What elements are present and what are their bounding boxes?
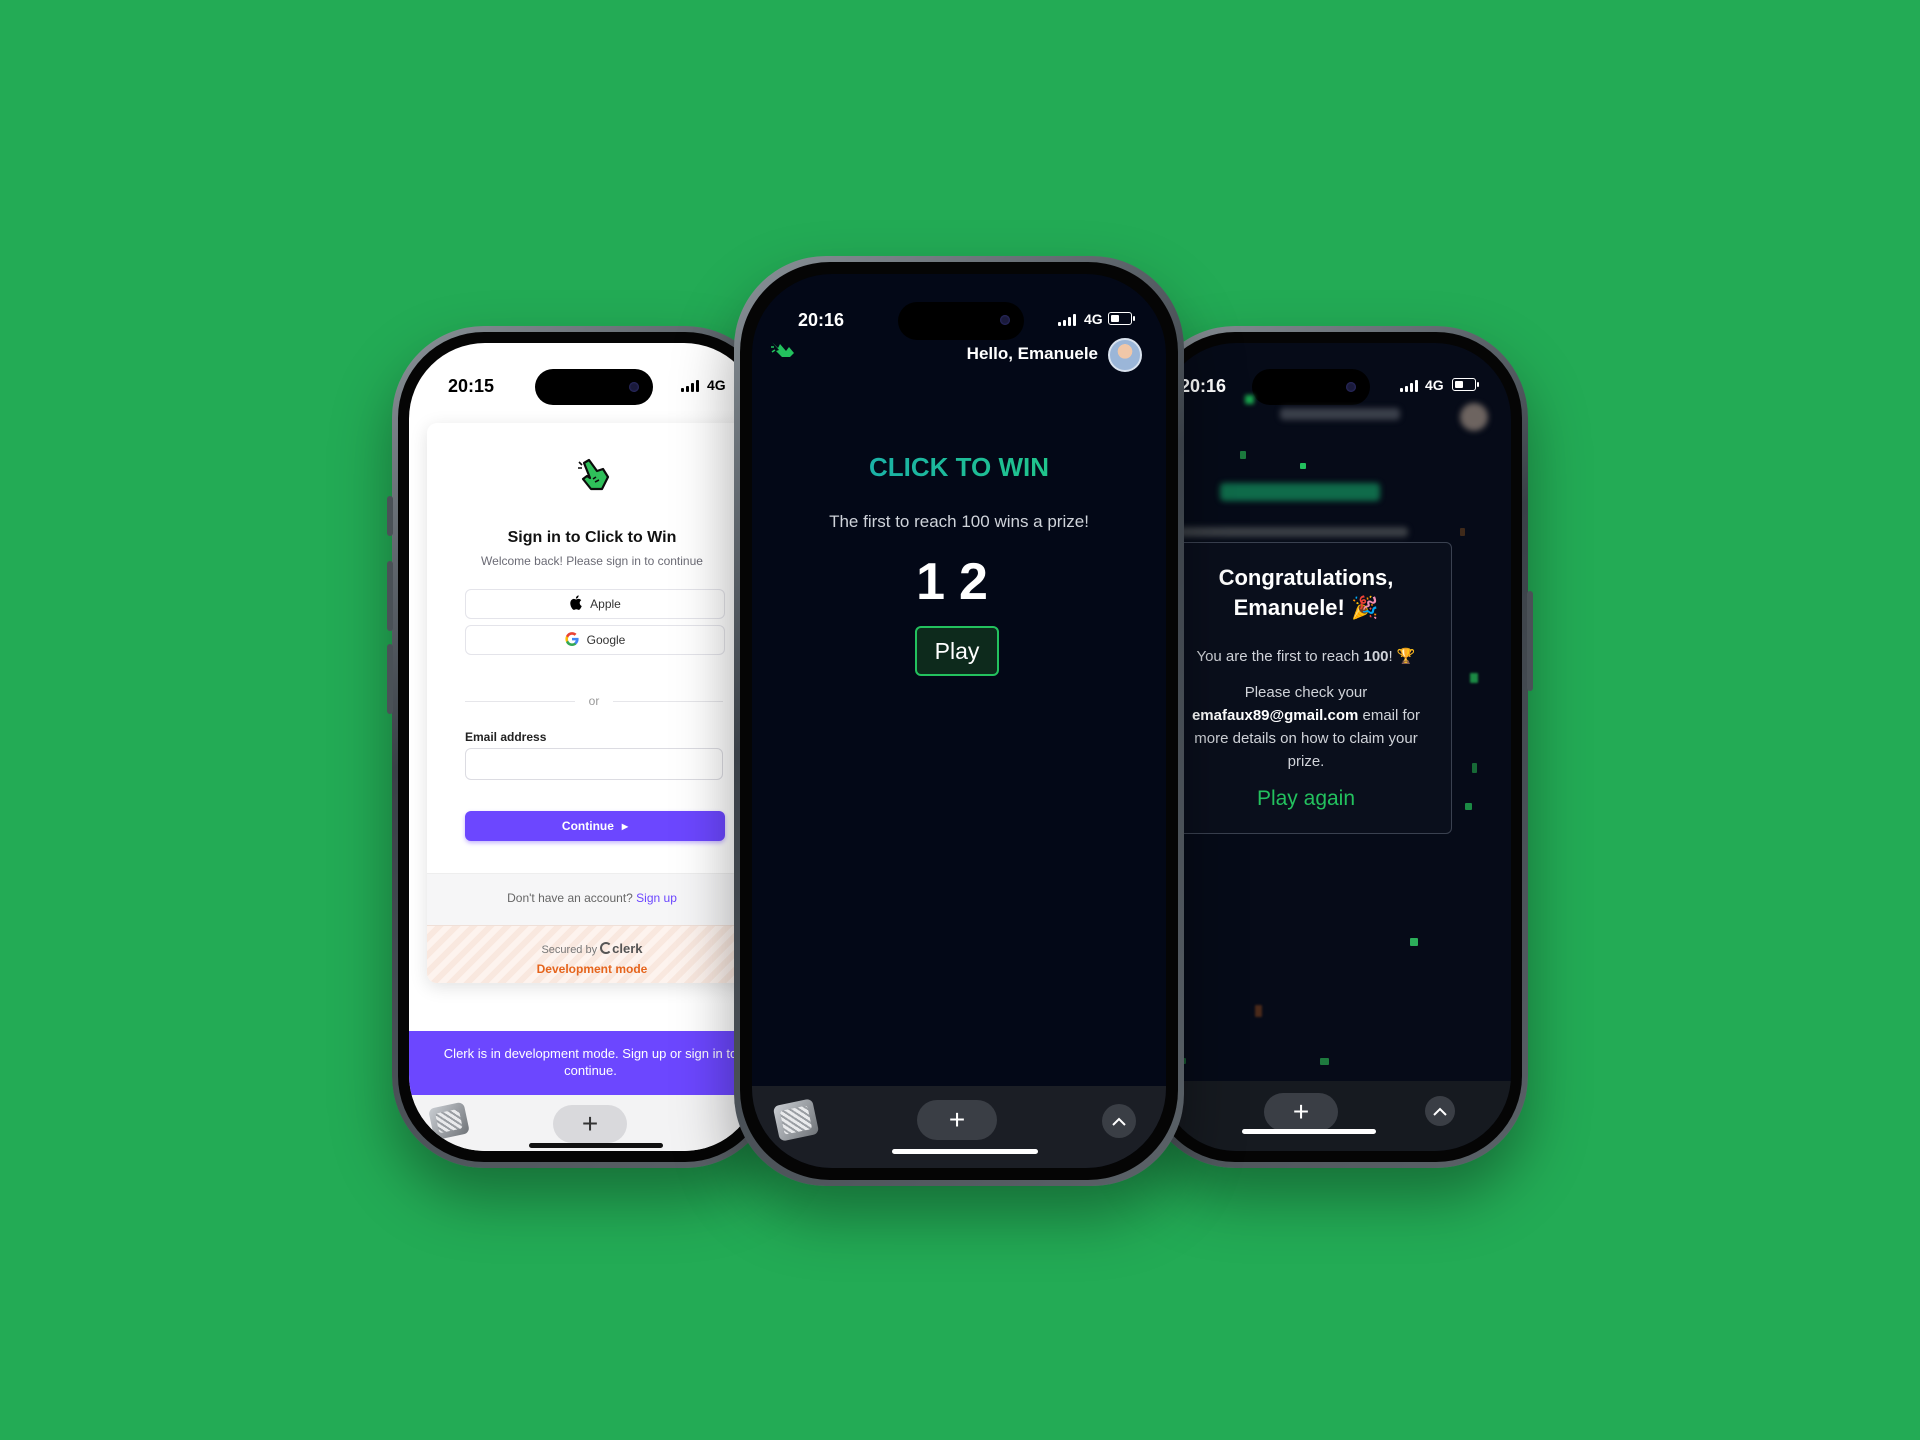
blurred-avatar	[1460, 403, 1488, 431]
dev-mode-banner: Clerk is in development mode. Sign up or…	[409, 1031, 760, 1095]
home-indicator	[892, 1149, 1038, 1154]
network-label: 4G	[1084, 311, 1103, 327]
play-again-button[interactable]: Play again	[1161, 787, 1451, 811]
clerk-brand: clerk	[612, 941, 643, 956]
signal-icon	[1400, 380, 1418, 392]
new-tab-button[interactable]: +	[553, 1105, 627, 1143]
status-bar: 20:15 4G	[409, 343, 760, 405]
new-tab-button[interactable]: +	[1264, 1093, 1338, 1131]
battery-icon	[1452, 378, 1479, 391]
network-label: 4G	[707, 377, 726, 393]
card-subtitle: Welcome back! Please sign in to continue	[481, 554, 703, 568]
dynamic-island	[898, 302, 1024, 340]
google-label: Google	[586, 633, 626, 647]
hand-pointer-icon[interactable]	[770, 339, 796, 364]
home-indicator	[1242, 1129, 1376, 1134]
winner-email: emafaux89@gmail.com	[1191, 707, 1359, 724]
chevron-up-button[interactable]	[1425, 1096, 1455, 1126]
game-screen: 20:16 4G Hello, Emanuele CLICK TO WIN Th…	[752, 274, 1166, 1168]
plus-icon: +	[948, 1104, 966, 1135]
or-divider: or	[465, 693, 724, 709]
google-sign-in-button[interactable]: Google	[465, 625, 725, 655]
sign-up-link[interactable]: Sign up	[636, 891, 677, 905]
blurred-subtitle	[1178, 527, 1408, 537]
card-footer: Don't have an account? Sign up	[427, 873, 757, 926]
blurred-greeting	[1280, 408, 1400, 420]
signal-icon	[681, 380, 699, 392]
apple-icon	[569, 595, 582, 613]
phone-congrats: 20:16 4G Congratulations, Emanuele! 🎉 Yo…	[1143, 326, 1533, 1168]
phone-sign-in: 20:15 4G Sign in to Click to Win Welcome…	[387, 326, 777, 1168]
greeting: Hello, Emanuele	[966, 344, 1098, 363]
score-counter: 12	[916, 553, 1002, 611]
home-indicator	[529, 1143, 663, 1148]
game-subtitle: The first to reach 100 wins a prize!	[829, 512, 1089, 531]
blurred-title	[1220, 483, 1380, 501]
caret-right-icon: ▶	[621, 821, 629, 831]
status-time: 20:16	[798, 310, 845, 330]
email-label: Email address	[465, 730, 547, 744]
tabs-thumbnail[interactable]	[772, 1098, 820, 1142]
apple-label: Apple	[590, 597, 621, 611]
congrats-screen: 20:16 4G Congratulations, Emanuele! 🎉 Yo…	[1160, 343, 1511, 1151]
status-time: 20:16	[1180, 376, 1227, 396]
google-icon	[565, 631, 579, 649]
card-title: Sign in to Click to Win	[507, 529, 677, 546]
status-time: 20:15	[448, 376, 495, 396]
dynamic-island	[1252, 369, 1370, 405]
game-title: CLICK TO WIN	[752, 452, 1166, 483]
status-bar: 20:16 4G	[1160, 343, 1511, 405]
plus-icon: +	[1292, 1096, 1310, 1127]
signal-icon	[1058, 314, 1076, 326]
dev-mode-label: Development mode	[536, 962, 648, 976]
battery-icon	[1108, 312, 1135, 325]
chevron-up-icon	[1433, 1107, 1447, 1116]
avatar[interactable]	[1108, 338, 1142, 372]
congrats-dialog: Congratulations, Emanuele! 🎉 You are the…	[1160, 542, 1452, 834]
phone-game: 20:16 4G Hello, Emanuele CLICK TO WIN Th…	[734, 256, 1184, 1186]
reach-message: You are the first to reach 100! 🏆	[1196, 648, 1416, 665]
play-button[interactable]: Play	[915, 626, 999, 676]
browser-bottom-bar: +	[1160, 1081, 1511, 1151]
chevron-up-icon	[1112, 1117, 1126, 1126]
dynamic-island	[535, 369, 653, 405]
status-bar: 20:16 4G	[752, 274, 1166, 340]
hand-pointer-icon	[575, 457, 611, 498]
chevron-up-button[interactable]	[1102, 1104, 1136, 1138]
clerk-logo-icon	[600, 942, 613, 954]
sign-in-screen: 20:15 4G Sign in to Click to Win Welcome…	[409, 343, 760, 1151]
plus-icon: +	[581, 1108, 599, 1139]
claim-message: Please check your emafaux89@gmail.com em…	[1191, 684, 1421, 770]
sign-in-card: Sign in to Click to Win Welcome back! Pl…	[427, 423, 757, 983]
continue-button[interactable]: Continue ▶	[465, 811, 725, 841]
network-label: 4G	[1425, 377, 1444, 393]
apple-sign-in-button[interactable]: Apple	[465, 589, 725, 619]
congrats-title: Congratulations, Emanuele! 🎉	[1218, 565, 1394, 620]
email-field[interactable]	[465, 748, 723, 780]
new-tab-button[interactable]: +	[917, 1100, 997, 1140]
browser-bottom-bar: +	[752, 1086, 1166, 1168]
dev-mode-section: Secured by clerk Development mode	[427, 925, 757, 983]
tabs-thumbnail[interactable]	[428, 1101, 470, 1141]
